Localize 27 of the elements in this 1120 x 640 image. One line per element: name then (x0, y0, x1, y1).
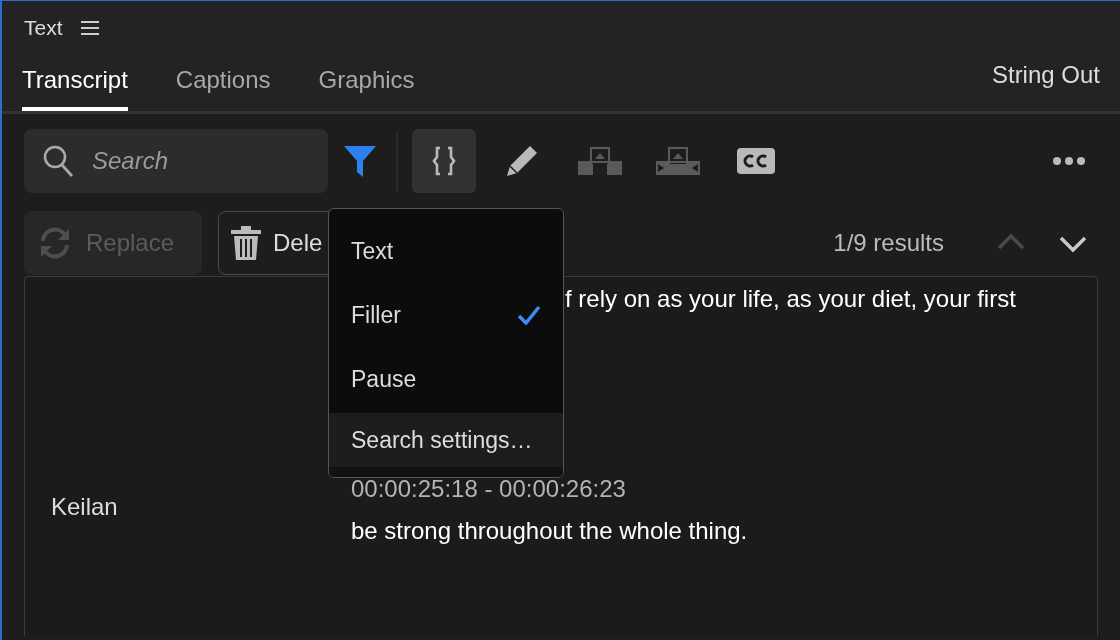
trash-icon (231, 226, 261, 260)
tool-button[interactable] (412, 129, 476, 193)
transcript-text: be strong throughout the whole thing. (351, 516, 748, 546)
panel-title: Text (24, 14, 63, 41)
menu-item[interactable]: Filler (329, 283, 563, 347)
speaker-name: Keilan (51, 493, 118, 520)
insert-clip-icon (578, 147, 622, 175)
brackets-icon (432, 146, 456, 176)
menu-icon[interactable] (80, 20, 99, 35)
pencil-icon (505, 144, 539, 178)
transcript-text: f rely on as your life, as your diet, your first (565, 284, 1016, 314)
tab[interactable]: Captions (175, 67, 271, 111)
search-field[interactable]: Search (24, 129, 328, 193)
menu-item[interactable]: Search settings… (329, 413, 563, 477)
overwrite-clip-icon (656, 147, 700, 175)
timestamp: 00:00:25:18 - 00:00:26:23 (351, 474, 627, 504)
results-count: 1/9 results (833, 228, 944, 258)
refresh-icon (38, 226, 72, 260)
tab[interactable]: Graphics (318, 67, 415, 111)
filter-icon[interactable] (344, 144, 376, 178)
tab[interactable]: Transcript (22, 67, 128, 111)
more-icon[interactable] (1052, 156, 1086, 166)
string-out-label: String Out (991, 60, 1100, 90)
menu-item[interactable]: Pause (329, 347, 563, 411)
closed-captions-icon (737, 148, 775, 174)
search-icon (42, 144, 74, 178)
search-input[interactable]: Search (90, 142, 290, 180)
